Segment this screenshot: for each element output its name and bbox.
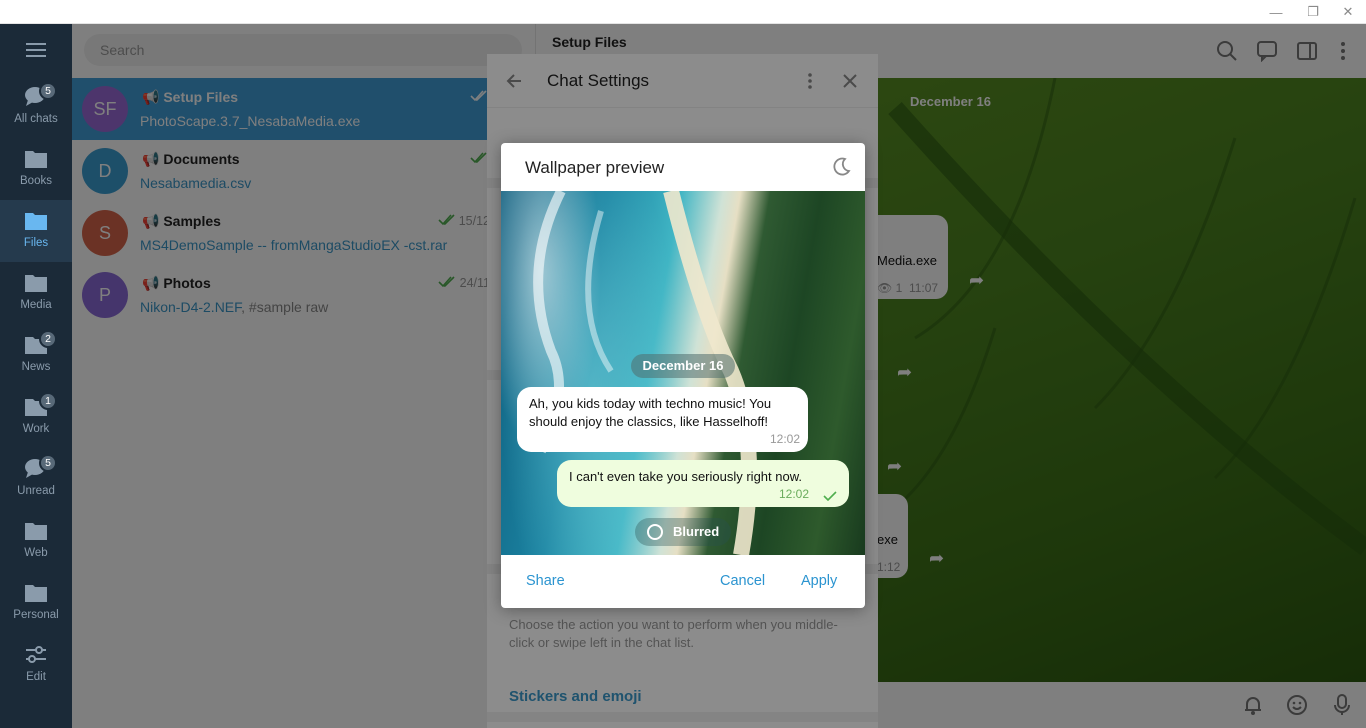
folder-icon (25, 523, 47, 540)
folder-all-chats[interactable]: 5 All chats (0, 76, 72, 138)
wallpaper-preview-dialog: Wallpaper preview December 16 Ah, you ki… (501, 143, 865, 608)
folder-news[interactable]: 2 News (0, 324, 72, 386)
folder-label: Personal (13, 609, 59, 621)
moon-icon[interactable] (831, 157, 851, 177)
folder-badge: 2 (39, 330, 57, 348)
preview-outgoing-message: I can't even take you seriously right no… (557, 460, 849, 507)
restore-button[interactable]: ❐ (1295, 0, 1331, 24)
incoming-time: 12:02 (769, 432, 800, 446)
folder-label: Edit (26, 671, 46, 683)
share-button[interactable]: Share (526, 573, 565, 589)
folder-icon (25, 275, 47, 292)
folder-work[interactable]: 1 Work (0, 386, 72, 448)
folder-rail: 5 All chats Books Files Media 2 News 1 W… (0, 24, 72, 728)
cancel-button[interactable]: Cancel (720, 573, 765, 589)
folder-edit[interactable]: Edit (0, 634, 72, 696)
hamburger-icon (26, 43, 46, 57)
outgoing-time: 12:02 (778, 487, 809, 501)
folder-media[interactable]: Media (0, 262, 72, 324)
wallpaper-preview-image: December 16 Ah, you kids today with tech… (501, 191, 865, 555)
blur-label: Blurred (673, 524, 720, 539)
folder-badge: 5 (39, 82, 57, 100)
outgoing-text: I can't even take you seriously right no… (569, 469, 802, 484)
folder-personal[interactable]: Personal (0, 572, 72, 634)
folder-web[interactable]: Web (0, 510, 72, 572)
folder-label: Web (24, 547, 48, 559)
minimize-button[interactable]: — (1258, 0, 1294, 24)
folder-label: Files (23, 237, 49, 249)
folder-label: Work (22, 423, 50, 435)
folder-label: All chats (14, 113, 58, 125)
incoming-text: Ah, you kids today with techno music! Yo… (529, 396, 772, 429)
folder-files[interactable]: Files (0, 200, 72, 262)
close-window-button[interactable]: ✕ (1330, 0, 1366, 24)
dialog-title: Wallpaper preview (525, 158, 665, 177)
folder-icon (25, 585, 47, 602)
preview-incoming-message: Ah, you kids today with techno music! Yo… (517, 387, 808, 452)
single-check-icon (823, 491, 837, 501)
preview-date-pill: December 16 (631, 354, 735, 378)
apply-button[interactable]: Apply (801, 573, 837, 589)
main-menu-button[interactable] (0, 24, 72, 76)
folder-badge: 5 (39, 454, 57, 472)
folder-unread[interactable]: 5 Unread (0, 448, 72, 510)
blur-toggle[interactable]: Blurred (635, 518, 731, 546)
folder-icon (25, 151, 47, 168)
folder-badge: 1 (39, 392, 57, 410)
folder-books[interactable]: Books (0, 138, 72, 200)
folder-icon (25, 213, 47, 230)
folder-label: Media (20, 299, 52, 311)
radio-circle-icon (647, 524, 663, 540)
folder-label: News (21, 361, 51, 373)
sliders-icon (26, 646, 46, 663)
folder-label: Unread (17, 485, 55, 497)
window-titlebar: — ❐ ✕ (0, 0, 1366, 24)
folder-label: Books (20, 175, 52, 187)
